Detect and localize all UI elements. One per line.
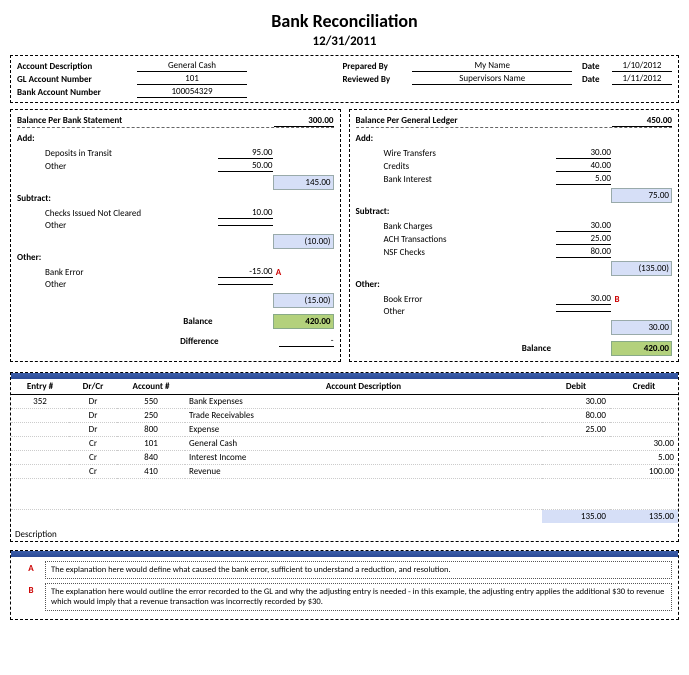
note-row: AThe explanation here would define what … (17, 561, 672, 579)
th-entry: Entry # (11, 379, 69, 395)
ledger-sub-amt-0: 30.00 (556, 220, 611, 232)
acct-desc-value: General Cash (137, 60, 247, 72)
date2-label: Date (582, 74, 612, 85)
bank-title: Balance Per Bank Statement (17, 115, 122, 127)
ledger-add-desc-1: Credits (356, 161, 557, 172)
ledger-other-total: 30.00 (611, 320, 672, 335)
table-row: Cr410Revenue100.00 (11, 465, 678, 479)
note-text: The explanation here would define what c… (45, 561, 672, 579)
bank-sub-label: Subtract: (17, 193, 334, 204)
ledger-sub-desc-2: NSF Checks (356, 247, 557, 258)
bank-sub-desc-0: Checks Issued Not Cleared (17, 208, 218, 219)
date2-value: 1/11/2012 (612, 73, 672, 85)
note-row: BThe explanation here would outline the … (17, 583, 672, 611)
table-row: Cr101General Cash30.00 (11, 437, 678, 451)
bank-sub-amt-1 (218, 225, 273, 226)
ledger-sub-total: (135.00) (611, 261, 672, 276)
th-debit: Debit (542, 379, 610, 395)
ledger-other-desc-0: Book Error (356, 294, 557, 305)
page-title: Bank Reconciliation (10, 10, 679, 32)
ledger-sub-amt-2: 80.00 (556, 246, 611, 258)
bank-sub-desc-1: Other (17, 220, 218, 231)
table-row: 352Dr550Bank Expenses30.00 (11, 395, 678, 409)
bank-note-a: A (273, 267, 285, 278)
bank-num-value: 100054329 (137, 86, 247, 98)
ledger-add-desc-0: Wire Transfers (356, 148, 557, 159)
notes-stripe (11, 551, 678, 557)
note-key: B (17, 583, 45, 611)
acct-desc-label: Account Description (17, 61, 137, 72)
bank-other-label: Other: (17, 252, 334, 263)
ledger-other-label: Other: (356, 279, 673, 290)
bank-add-amt-0: 95.00 (218, 147, 273, 159)
ledger-title: Balance Per General Ledger (356, 115, 458, 127)
prep-by-label: Prepared By (342, 61, 412, 72)
th-drcr: Dr/Cr (69, 379, 117, 395)
th-desc: Account Description (185, 379, 542, 395)
table-row: Dr250Trade Receivables80.00 (11, 409, 678, 423)
bank-add-desc-0: Deposits in Transit (17, 148, 218, 159)
ledger-add-label: Add: (356, 133, 673, 144)
bank-other-amt-0: -15.00 (218, 266, 273, 278)
note-text: The explanation here would outline the e… (45, 583, 672, 611)
bank-other-desc-1: Other (17, 279, 218, 290)
ledger-add-amt-1: 40.00 (556, 160, 611, 172)
table-row: Cr840Interest Income5.00 (11, 451, 678, 465)
ledger-note-b: B (611, 294, 623, 305)
ledger-add-total: 75.00 (611, 188, 672, 203)
ledger-sub-amt-1: 25.00 (556, 233, 611, 245)
bank-add-total: 145.00 (273, 175, 334, 190)
th-credit: Credit (610, 379, 678, 395)
header-block: Account DescriptionGeneral Cash GL Accou… (10, 55, 679, 103)
total-debit: 135.00 (542, 510, 610, 524)
notes-block: AThe explanation here would define what … (10, 550, 679, 620)
ledger-start: 450.00 (612, 115, 672, 127)
ledger-other-amt-0: 30.00 (556, 293, 611, 305)
th-acct: Account # (117, 379, 185, 395)
bank-num-label: Bank Account Number (17, 87, 137, 98)
bank-bal-label: Balance (183, 316, 212, 327)
bank-add-desc-1: Other (17, 161, 218, 172)
bank-other-amt-1 (218, 284, 273, 285)
bank-panel: Balance Per Bank Statement 300.00 Add: De… (10, 109, 341, 362)
note-key: A (17, 561, 45, 579)
gl-num-label: GL Account Number (17, 74, 137, 85)
rev-by-value: Supervisors Name (412, 73, 572, 85)
ledger-balance: 420.00 (611, 341, 672, 356)
journal-table: Entry # Dr/Cr Account # Account Descript… (10, 372, 679, 542)
report-date: 12/31/2011 (10, 34, 679, 49)
prep-by-value: My Name (412, 60, 572, 72)
ledger-bal-label: Balance (522, 343, 551, 354)
ledger-sub-label: Subtract: (356, 206, 673, 217)
bank-other-desc-0: Bank Error (17, 267, 218, 278)
bank-diff: - (279, 335, 334, 347)
bank-sub-total: (10.00) (273, 234, 334, 249)
bank-add-amt-1: 50.00 (218, 160, 273, 172)
bank-diff-label: Difference (180, 336, 218, 347)
ledger-panel: Balance Per General Ledger 450.00 Add: Wi… (349, 109, 680, 362)
date1-label: Date (582, 61, 612, 72)
ledger-other-desc-1: Other (356, 306, 557, 317)
total-credit: 135.00 (610, 510, 678, 524)
bank-start: 300.00 (274, 115, 334, 127)
ledger-sub-desc-1: ACH Transactions (356, 234, 557, 245)
ledger-add-amt-2: 5.00 (556, 173, 611, 185)
date1-value: 1/10/2012 (612, 60, 672, 72)
rev-by-label: Reviewed By (342, 74, 412, 85)
ledger-add-amt-0: 30.00 (556, 147, 611, 159)
bank-other-total: (15.00) (273, 293, 334, 308)
ledger-sub-desc-0: Bank Charges (356, 221, 557, 232)
gl-num-value: 101 (137, 73, 247, 85)
bank-add-label: Add: (17, 133, 334, 144)
bank-sub-amt-0: 10.00 (218, 207, 273, 219)
ledger-add-desc-2: Bank Interest (356, 174, 557, 185)
table-row: Dr800Expense25.00 (11, 423, 678, 437)
journal-desc-label: Description (11, 523, 678, 541)
bank-balance: 420.00 (273, 314, 334, 329)
ledger-other-amt-1 (556, 311, 611, 312)
